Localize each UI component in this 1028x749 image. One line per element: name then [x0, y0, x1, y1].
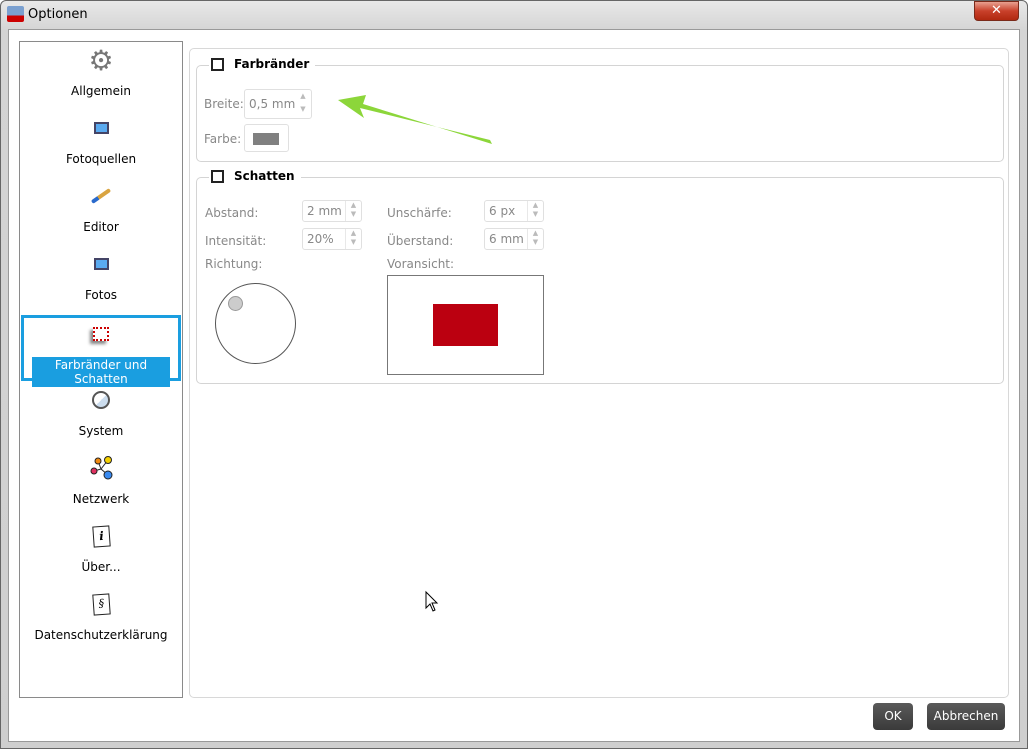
cancel-button[interactable]: Abbrechen — [927, 703, 1005, 730]
annotation-arrow-icon — [338, 95, 492, 612]
mouse-cursor-icon — [425, 590, 439, 612]
ok-button[interactable]: OK — [873, 703, 913, 730]
